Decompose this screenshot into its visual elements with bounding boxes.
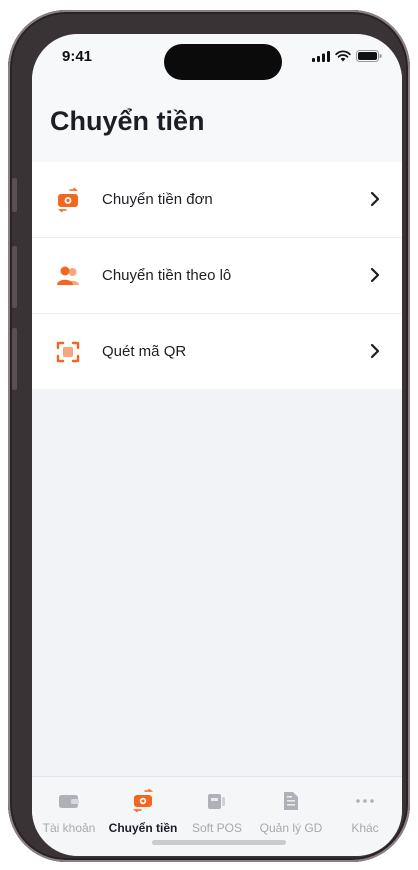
header: 9:41 Chuyển tiền <box>32 34 402 162</box>
wallet-transfer-icon <box>54 186 82 214</box>
menu-item-label: Quét mã QR <box>102 343 187 360</box>
screen: 9:41 Chuyển tiền Chuyển tiền đơn Chuyển … <box>32 34 402 856</box>
menu-item-batch-transfer[interactable]: Chuyển tiền theo lô <box>32 238 402 314</box>
pos-icon <box>180 787 254 815</box>
home-indicator[interactable] <box>152 840 286 845</box>
battery-icon <box>356 50 382 62</box>
tab-label: Soft POS <box>191 821 243 835</box>
tab-soft-pos[interactable]: Soft POS <box>180 787 254 835</box>
mute-switch <box>12 178 17 212</box>
dynamic-island <box>164 44 282 80</box>
volume-down-button <box>12 328 17 390</box>
tab-label: Tài khoản <box>42 821 96 835</box>
menu-item-scan-qr[interactable]: Quét mã QR <box>32 314 402 389</box>
status-time: 9:41 <box>62 48 93 65</box>
menu-item-single-transfer[interactable]: Chuyển tiền đơn <box>32 162 402 238</box>
phone-frame: 9:41 Chuyển tiền Chuyển tiền đơn Chuyển … <box>8 10 410 862</box>
page-title: Chuyển tiền <box>50 106 205 136</box>
menu-item-label: Chuyển tiền theo lô <box>102 267 232 284</box>
document-icon <box>254 787 328 815</box>
more-icon <box>328 787 402 815</box>
tab-more[interactable]: Khác <box>328 787 402 835</box>
tab-transactions[interactable]: Quản lý GD <box>254 787 328 835</box>
users-icon <box>54 262 82 290</box>
tab-transfer[interactable]: Chuyển tiền <box>106 787 180 835</box>
transfer-menu-list: Chuyển tiền đơn Chuyển tiền theo lô Quét… <box>32 162 402 389</box>
wallet-icon <box>32 787 106 815</box>
wifi-icon <box>335 50 351 62</box>
qr-scan-icon <box>54 338 82 366</box>
chevron-right-icon <box>370 343 380 359</box>
tab-label: Khác <box>351 821 379 835</box>
tab-label: Chuyển tiền <box>108 821 178 835</box>
volume-up-button <box>12 246 17 308</box>
status-icons <box>312 50 382 62</box>
menu-item-label: Chuyển tiền đơn <box>102 191 213 208</box>
signal-icon <box>312 51 330 62</box>
chevron-right-icon <box>370 267 380 283</box>
chevron-right-icon <box>370 191 380 207</box>
tab-account[interactable]: Tài khoản <box>32 787 106 835</box>
transfer-icon <box>106 787 180 815</box>
tab-label: Quản lý GD <box>259 821 323 835</box>
